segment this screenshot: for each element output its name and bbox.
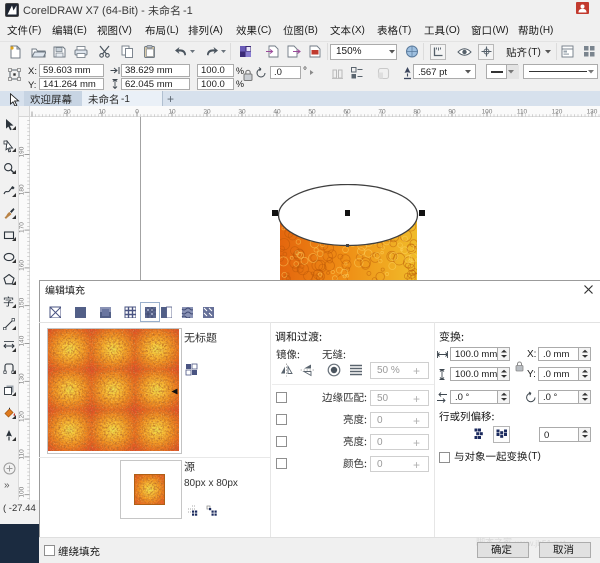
svg-text:40: 40 xyxy=(273,109,281,116)
svg-text:130: 130 xyxy=(19,373,26,384)
svg-text:100: 100 xyxy=(19,486,26,497)
svg-text:0: 0 xyxy=(135,109,139,116)
svg-text:10: 10 xyxy=(168,109,176,116)
svg-text:130: 130 xyxy=(587,109,598,116)
svg-text:90: 90 xyxy=(448,109,456,116)
svg-text:60: 60 xyxy=(343,109,351,116)
svg-text:120: 120 xyxy=(19,411,26,422)
svg-text:170: 170 xyxy=(19,222,26,233)
svg-text:50: 50 xyxy=(308,109,316,116)
svg-text:160: 160 xyxy=(19,260,26,271)
svg-text:140: 140 xyxy=(19,335,26,346)
svg-text:110: 110 xyxy=(19,449,26,460)
svg-text:10: 10 xyxy=(98,109,106,116)
svg-text:190: 190 xyxy=(19,146,26,157)
svg-text:180: 180 xyxy=(19,184,26,195)
svg-text:120: 120 xyxy=(552,109,563,116)
svg-text:100: 100 xyxy=(482,109,493,116)
svg-text:30: 30 xyxy=(238,109,246,116)
svg-text:70: 70 xyxy=(378,109,386,116)
svg-text:20: 20 xyxy=(63,109,71,116)
svg-text:150: 150 xyxy=(19,297,26,308)
svg-text:20: 20 xyxy=(203,109,211,116)
svg-text:80: 80 xyxy=(413,109,421,116)
svg-text:110: 110 xyxy=(517,109,528,116)
